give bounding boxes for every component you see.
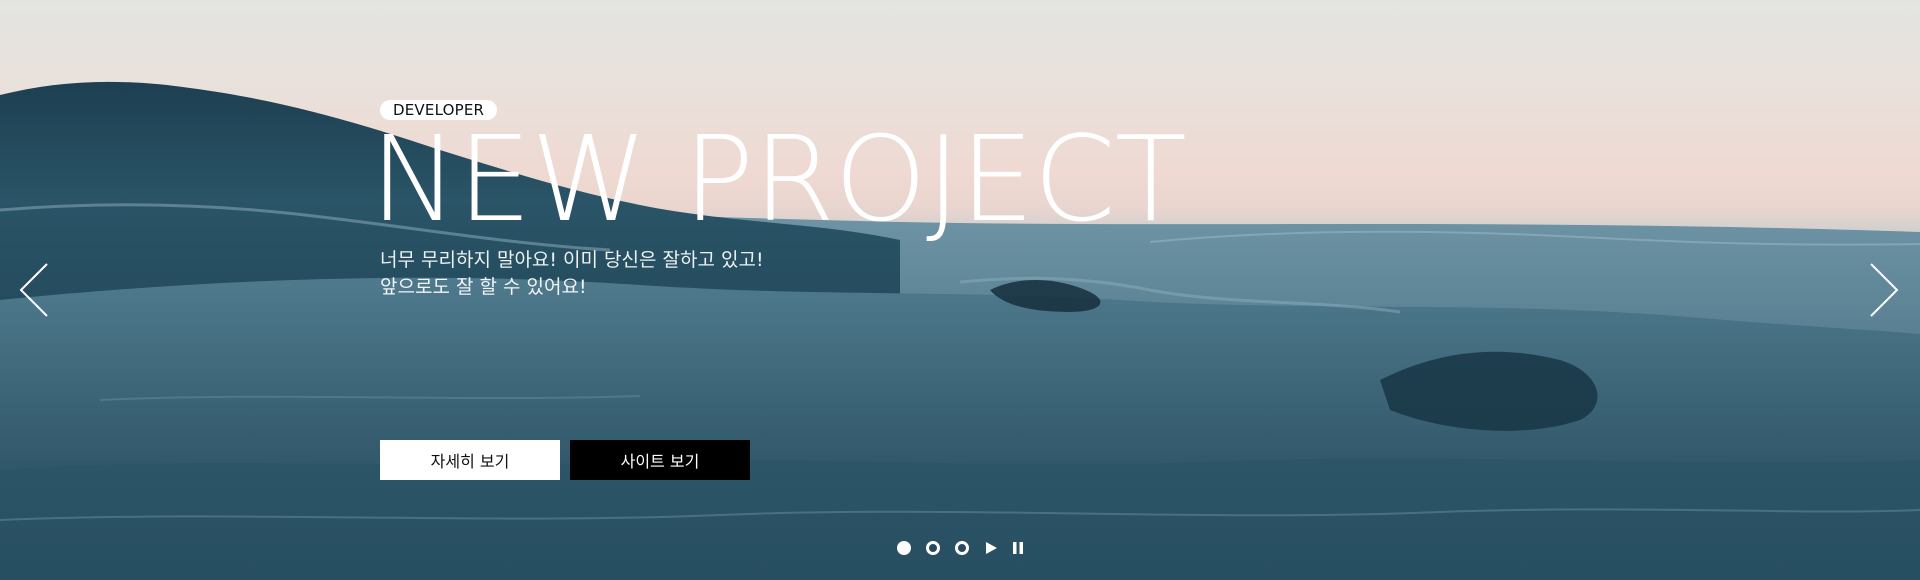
pagination-dot[interactable]	[897, 541, 911, 555]
pagination-dot[interactable]	[955, 541, 969, 555]
view-site-button[interactable]: 사이트 보기	[570, 440, 750, 480]
hero-description-line: 너무 무리하지 말아요! 이미 당신은 잘하고 있고!	[380, 249, 764, 271]
water-background-image	[0, 81, 1920, 580]
view-details-button[interactable]: 자세히 보기	[380, 440, 560, 480]
hero-description-line: 앞으로도 잘 할 수 있어요!	[380, 276, 587, 298]
hero-slider: DEVELOPER NEW PROJECT 너무 무리하지 말아요! 이미 당신…	[0, 0, 1920, 580]
hero-description: 너무 무리하지 말아요! 이미 당신은 잘하고 있고! 앞으로도 잘 할 수 있…	[380, 247, 764, 301]
pause-icon[interactable]	[1011, 541, 1025, 555]
chevron-left-icon	[19, 263, 48, 317]
play-icon[interactable]	[984, 541, 998, 555]
prev-slide-button[interactable]	[18, 262, 50, 318]
next-slide-button[interactable]	[1868, 262, 1900, 318]
slide-pagination	[897, 540, 1038, 556]
hero-title: NEW PROJECT	[370, 110, 1187, 248]
pagination-dot[interactable]	[926, 541, 940, 555]
chevron-right-icon	[1870, 263, 1899, 317]
